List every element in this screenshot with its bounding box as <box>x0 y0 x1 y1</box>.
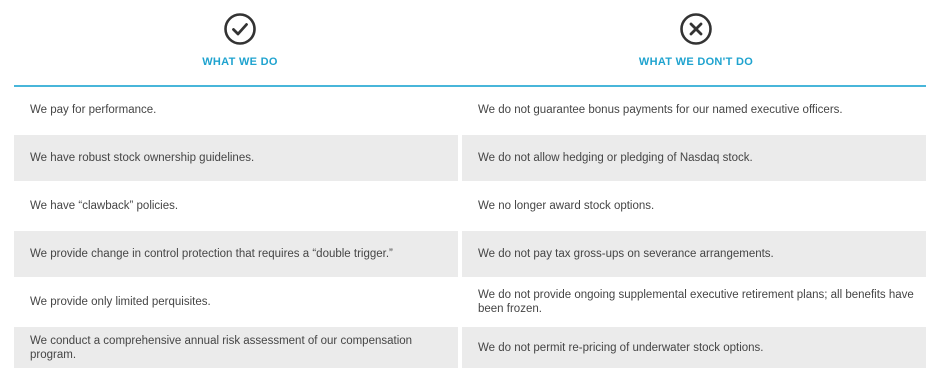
table-row: We conduct a comprehensive annual risk a… <box>14 327 926 368</box>
table-row: We pay for performance. We do not guaran… <box>14 87 926 135</box>
what-we-dont-do-cell: We do not permit re-pricing of underwate… <box>462 327 926 368</box>
table-row: We have robust stock ownership guideline… <box>14 135 926 183</box>
table-row: We provide only limited perquisites. We … <box>14 279 926 327</box>
x-circle-icon <box>680 13 712 45</box>
what-we-do-cell: We conduct a comprehensive annual risk a… <box>14 327 458 368</box>
table-row: We have “clawback” policies. We no longe… <box>14 183 926 231</box>
what-we-do-cell: We provide change in control protection … <box>14 231 458 277</box>
checkmark-circle-icon <box>224 13 256 45</box>
what-we-dont-do-cell: We do not guarantee bonus payments for o… <box>462 87 926 133</box>
what-we-dont-do-label: WHAT WE DON'T DO <box>638 56 754 68</box>
practices-table: We pay for performance. We do not guaran… <box>14 87 926 368</box>
what-we-dont-do-cell: We do not provide ongoing supplemental e… <box>462 279 926 325</box>
what-we-do-cell: We have “clawback” policies. <box>14 183 458 229</box>
what-we-dont-do-cell: We no longer award stock options. <box>462 183 926 229</box>
what-we-dont-do-cell: We do not allow hedging or pledging of N… <box>462 135 926 181</box>
table-row: We provide change in control protection … <box>14 231 926 279</box>
what-we-do-cell: We pay for performance. <box>14 87 458 133</box>
what-we-do-header: WHAT WE DO <box>14 0 466 86</box>
what-we-do-cell: We have robust stock ownership guideline… <box>14 135 458 181</box>
table-header: WHAT WE DO WHAT WE DON'T DO <box>0 0 926 86</box>
what-we-do-cell: We provide only limited perquisites. <box>14 279 458 325</box>
what-we-do-label: WHAT WE DO <box>202 56 278 68</box>
what-we-dont-do-header: WHAT WE DON'T DO <box>470 0 922 86</box>
what-we-dont-do-cell: We do not pay tax gross-ups on severance… <box>462 231 926 277</box>
